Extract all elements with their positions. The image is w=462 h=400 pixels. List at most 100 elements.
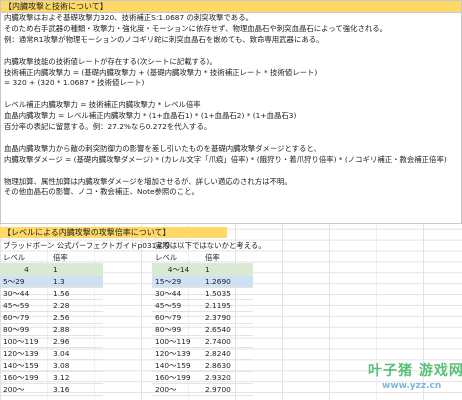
cell-level[interactable]: 200～: [152, 383, 202, 396]
cell-level[interactable]: 30～44: [152, 287, 202, 300]
cell-multiplier[interactable]: 2.9320: [202, 371, 253, 384]
cell-multiplier[interactable]: 3.08: [50, 359, 103, 372]
cell-multiplier[interactable]: 2.9700: [202, 383, 253, 396]
table-header-row: レベル 倍率: [0, 252, 103, 264]
cell-multiplier[interactable]: 1.5035: [202, 287, 253, 300]
table-row: 60～79 2.3790: [152, 311, 253, 324]
cell-multiplier[interactable]: 1: [50, 263, 103, 276]
cell-multiplier[interactable]: 3.12: [50, 371, 103, 384]
cell-level[interactable]: 120～139: [0, 347, 50, 360]
table-header-row: レベル 倍率: [152, 252, 253, 264]
cell-level[interactable]: 80～99: [152, 323, 202, 336]
cell-level[interactable]: 5～29: [0, 275, 50, 288]
cell-multiplier[interactable]: 2.6540: [202, 323, 253, 336]
cell-level[interactable]: 60～79: [152, 311, 202, 324]
cell-level[interactable]: 45～59: [0, 299, 50, 312]
cell-level[interactable]: 140～159: [0, 359, 50, 372]
cell-multiplier[interactable]: 2.8240: [202, 347, 253, 360]
cell-level[interactable]: 80～99: [0, 323, 50, 336]
note-line: 百分率の表記に留意する。例：27.2%なら0.272を代入する。: [4, 122, 212, 132]
column-header-multiplier[interactable]: 倍率: [202, 252, 253, 264]
table-row: 100～119 2.96: [0, 335, 103, 348]
note-line: [1, 89, 461, 100]
cell-multiplier[interactable]: 2.28: [50, 299, 103, 312]
table-row: 200～ 2.9700: [152, 383, 253, 396]
cell-multiplier[interactable]: 2.3790: [202, 311, 253, 324]
note-line: その他血晶石の影響、ノコ・教会補正、Note参照のこと。: [4, 187, 199, 197]
estimate-note: 実際は以下ではないかと考える。: [155, 241, 266, 250]
cell-multiplier[interactable]: 1.56: [50, 287, 103, 300]
column-header-level[interactable]: レベル: [0, 252, 50, 264]
note-line: 例：通常R1攻撃が物理モーションのノコギリ鉈に刺突血晶石を嵌めても、致命専用武器…: [4, 34, 324, 44]
cell-multiplier[interactable]: 1.3: [50, 275, 103, 288]
cell-multiplier[interactable]: 2.96: [50, 335, 103, 348]
table-row: 60～79 2.56: [0, 311, 103, 324]
note-line: = 320 + (320 * 1.0687 * 技術値レート): [4, 78, 145, 88]
cell-multiplier[interactable]: 2.8630: [202, 359, 253, 372]
cell-level[interactable]: 30～44: [0, 287, 50, 300]
cell-level[interactable]: 4: [0, 263, 50, 276]
cell-level[interactable]: 100～119: [152, 335, 202, 348]
cell-multiplier[interactable]: 2.7400: [202, 335, 253, 348]
cell-multiplier[interactable]: 1: [202, 263, 253, 276]
table-row: 5～29 1.3: [0, 275, 103, 288]
note-line: [1, 46, 461, 57]
note-line: [1, 166, 461, 177]
note-line: そのため右手武器の種類・攻撃力・強化度・モーションに依存せず、物理血晶石や刺突血…: [4, 23, 388, 33]
guide-source-note: ブラッドボーン 公式パーフェクトガイドp031より: [3, 241, 171, 250]
note-line: 物理加算、属性加算は内臓攻撃ダメージを増加させるが、詳しい適応のされ方は不明。: [4, 176, 292, 186]
cell-level[interactable]: 120～139: [152, 347, 202, 360]
table-row: 140～159 3.08: [0, 359, 103, 372]
cell-multiplier[interactable]: 3.04: [50, 347, 103, 360]
table-row: 4 1: [0, 263, 103, 276]
table-row: 120～139 3.04: [0, 347, 103, 360]
cell-level[interactable]: 60～79: [0, 311, 50, 324]
column-header-level[interactable]: レベル: [152, 252, 202, 264]
note-line: 血晶内臓攻撃力から敵の刺突防御力の影響を差し引いたものを基礎内臓攻撃ダメージとす…: [4, 143, 321, 153]
note-line: 技術補正内臓攻撃力 = (基礎内臓攻撃力 + (基礎内臓攻撃力 * 技術補正レー…: [4, 67, 318, 77]
guide-multiplier-table: レベル 倍率 4 1 5～29 1.3 30～44 1.56 45～59 2.2…: [0, 252, 103, 396]
note-line: レベル補正内臓攻撃力 = 技術補正内臓攻撃力 * レベル倍率: [4, 100, 201, 110]
watermark-url: www.yzz.cn: [382, 381, 442, 391]
table-row: 160～199 3.12: [0, 371, 103, 384]
cell-level[interactable]: 15～29: [152, 275, 202, 288]
site-watermark: 叶子猪 游戏网 www.yzz.cn: [368, 360, 462, 394]
cell-multiplier[interactable]: 2.1195: [202, 299, 253, 312]
table-row: 120～139 2.8240: [152, 347, 253, 360]
cell-level[interactable]: 4～14: [152, 263, 202, 276]
note-line: 内臓攻撃はおよそ基礎攻撃力320、技術補正S:1.0687 の刺突攻撃である。: [4, 13, 253, 22]
note-line: 内臓攻撃ダメージ = (基礎内臓攻撃ダメージ) * (カレル文字「爪痕」倍率) …: [4, 154, 447, 164]
cell-multiplier[interactable]: 1.2690: [202, 275, 253, 288]
cell-level[interactable]: 100～119: [0, 335, 50, 348]
note-line: [1, 133, 461, 144]
column-header-multiplier[interactable]: 倍率: [50, 252, 103, 264]
table-row: 140～159 2.8630: [152, 359, 253, 372]
cell-level[interactable]: 200～: [0, 383, 50, 396]
mechanics-note-box: 【内臓攻撃と技術について】 内臓攻撃はおよそ基礎攻撃力320、技術補正S:1.0…: [0, 0, 462, 224]
table-row: 30～44 1.56: [0, 287, 103, 300]
cell-level[interactable]: 45～59: [152, 299, 202, 312]
table-row: 80～99 2.6540: [152, 323, 253, 336]
table-row: 30～44 1.5035: [152, 287, 253, 300]
cell-level[interactable]: 160～199: [152, 371, 202, 384]
watermark-logo: 叶子猪 游戏网: [368, 363, 462, 379]
spreadsheet: 【内臓攻撃と技術について】 内臓攻撃はおよそ基礎攻撃力320、技術補正S:1.0…: [0, 0, 462, 400]
note-line: 内臓攻撃技能の技術値レートが存在する(次シートに記載する)。: [4, 56, 217, 66]
cell-multiplier[interactable]: 3.16: [50, 383, 103, 396]
table-row: 200～ 3.16: [0, 383, 103, 396]
table-row: 160～199 2.9320: [152, 371, 253, 384]
table-row: 15～29 1.2690: [152, 275, 253, 288]
cell-multiplier[interactable]: 2.88: [50, 323, 103, 336]
cell-level[interactable]: 160～199: [0, 371, 50, 384]
table-row: 45～59 2.1195: [152, 299, 253, 312]
table-row: 4～14 1: [152, 263, 253, 276]
section-header-level: 【レベルによる内臓攻撃の攻撃倍率について】: [0, 227, 227, 238]
table-row: 100～119 2.7400: [152, 335, 253, 348]
section-header-mechanics: 【内臓攻撃と技術について】: [1, 1, 461, 13]
cell-level[interactable]: 140～159: [152, 359, 202, 372]
estimated-multiplier-table: レベル 倍率 4～14 1 15～29 1.2690 30～44 1.5035 …: [152, 252, 253, 396]
note-line: 血晶内臓攻撃力 = レベル補正内臓攻撃力 * (1+血晶石1) * (1+血晶石…: [4, 111, 297, 121]
table-row: 45～59 2.28: [0, 299, 103, 312]
table-row: 80～99 2.88: [0, 323, 103, 336]
cell-multiplier[interactable]: 2.56: [50, 311, 103, 324]
